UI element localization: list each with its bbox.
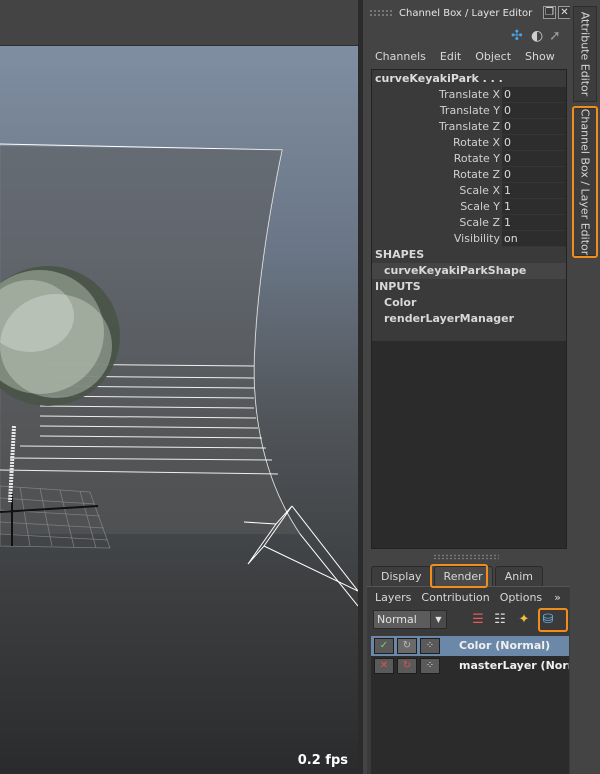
node-name[interactable]: curveKeyakiPark . . . bbox=[372, 70, 566, 87]
attr-value-field[interactable]: 0 bbox=[502, 103, 566, 119]
menu-edit[interactable]: Edit bbox=[440, 50, 461, 63]
blend-mode-select[interactable]: Normal ▼ bbox=[373, 610, 447, 629]
channel-box: curveKeyakiPark . . . Translate X 0 Tran… bbox=[371, 69, 567, 549]
tab-anim[interactable]: Anim bbox=[494, 566, 543, 586]
inputs-header: INPUTS bbox=[375, 280, 421, 293]
scene-wireframe bbox=[0, 143, 358, 607]
new-layer-from-selected-icon[interactable]: ☰ bbox=[469, 611, 487, 629]
tab-display[interactable]: Display bbox=[371, 566, 432, 586]
axis-gizmo-icon[interactable]: ✣ bbox=[511, 28, 523, 44]
attr-row-rotate-x[interactable]: Rotate X 0 bbox=[372, 135, 566, 151]
menu-options[interactable]: Options bbox=[500, 591, 542, 604]
layer-editor-menubar: Layers Contribution Options » bbox=[367, 587, 571, 607]
attr-label: Rotate X bbox=[452, 136, 500, 149]
new-empty-layer-icon[interactable]: ☷ bbox=[491, 611, 509, 629]
arrow-tool-icon[interactable]: ➚ bbox=[549, 28, 561, 44]
channel-box-menubar: Channels Edit Object Show bbox=[363, 46, 570, 66]
attr-label: Scale Z bbox=[459, 216, 500, 229]
recycle-toggle-icon[interactable]: ↻ bbox=[397, 638, 417, 654]
attr-label: Scale Y bbox=[460, 200, 500, 213]
attr-label: Rotate Y bbox=[453, 152, 500, 165]
layer-editor-tabs: Display Render Anim bbox=[371, 566, 545, 586]
attr-label: Scale X bbox=[459, 184, 500, 197]
tab-channel-box-layer-editor[interactable]: Channel Box / Layer Editor bbox=[573, 108, 597, 256]
new-layer-star-icon[interactable]: ✦ bbox=[515, 611, 533, 629]
attr-label: Visibility bbox=[453, 232, 500, 245]
attr-row-rotate-y[interactable]: Rotate Y 0 bbox=[372, 151, 566, 167]
float-panel-button[interactable]: ❐ bbox=[543, 6, 556, 19]
layer-row-master[interactable]: ✕ ↻ ⁘ masterLayer (Normal) bbox=[371, 656, 569, 676]
panel-titlebar: Channel Box / Layer Editor ❐ ✕ bbox=[363, 0, 571, 26]
menu-contribution[interactable]: Contribution bbox=[421, 591, 489, 604]
attr-value-field[interactable]: on bbox=[502, 231, 566, 247]
shape-item[interactable]: curveKeyakiParkShape bbox=[372, 263, 566, 279]
attr-row-rotate-z[interactable]: Rotate Z 0 bbox=[372, 167, 566, 183]
render-setup-icon[interactable]: ⛁ bbox=[539, 611, 557, 629]
tab-label: Attribute Editor bbox=[578, 11, 592, 97]
layer-name[interactable]: masterLayer (Normal) bbox=[459, 656, 569, 676]
attr-value-field[interactable]: 0 bbox=[502, 119, 566, 135]
blend-mode-value: Normal bbox=[377, 613, 417, 626]
layer-attributes-icon[interactable]: ⁘ bbox=[420, 638, 440, 654]
layer-attributes-icon[interactable]: ⁘ bbox=[420, 658, 440, 674]
attr-row-translate-x[interactable]: Translate X 0 bbox=[372, 87, 566, 103]
attr-value-field[interactable]: 1 bbox=[502, 199, 566, 215]
layer-editor-toolbar: Normal ▼ ☰ ☷ ✦ ⛁ bbox=[367, 607, 571, 631]
drag-handle-icon[interactable] bbox=[369, 9, 393, 17]
attr-row-scale-x[interactable]: Scale X 1 bbox=[372, 183, 566, 199]
attr-value-field[interactable]: 0 bbox=[502, 135, 566, 151]
fps-readout: 0.2 fps bbox=[297, 753, 348, 768]
attr-label: Rotate Z bbox=[452, 168, 500, 181]
attr-row-translate-z[interactable]: Translate Z 0 bbox=[372, 119, 566, 135]
tab-render[interactable]: Render bbox=[433, 566, 493, 586]
menu-layers[interactable]: Layers bbox=[375, 591, 411, 604]
recycle-toggle-icon[interactable]: ↻ bbox=[397, 658, 417, 674]
panel-title: Channel Box / Layer Editor bbox=[399, 7, 533, 19]
attr-row-visibility[interactable]: Visibility on bbox=[372, 231, 566, 247]
input-item-render-layer-manager[interactable]: renderLayerManager bbox=[372, 311, 566, 327]
channel-box-contents: curveKeyakiPark . . . Translate X 0 Tran… bbox=[372, 70, 566, 342]
attr-row-scale-z[interactable]: Scale Z 1 bbox=[372, 215, 566, 231]
panel-splitter-handle[interactable] bbox=[433, 554, 499, 560]
tab-attribute-editor[interactable]: Attribute Editor bbox=[573, 6, 597, 102]
viewport-panel[interactable]: 0.2 fps bbox=[0, 0, 362, 774]
side-tab-strip: Attribute Editor Channel Box / Layer Edi… bbox=[570, 0, 600, 774]
layer-row-color[interactable]: ✓ ↻ ⁘ Color (Normal) bbox=[371, 636, 569, 656]
menu-channels[interactable]: Channels bbox=[375, 50, 426, 63]
viewport-toolbar bbox=[0, 0, 358, 46]
chevron-down-icon: ▼ bbox=[430, 611, 446, 628]
menu-more-icon[interactable]: » bbox=[554, 591, 561, 604]
panel-icon-row: ✣ ◐ ➚ bbox=[363, 26, 570, 46]
menu-object[interactable]: Object bbox=[475, 50, 511, 63]
shapes-header: SHAPES bbox=[375, 248, 425, 261]
tab-label: Channel Box / Layer Editor bbox=[578, 108, 592, 256]
renderable-toggle-icon[interactable]: ✓ bbox=[374, 638, 394, 654]
render-layer-list: ✓ ↻ ⁘ Color (Normal) ✕ ↻ ⁘ masterLayer (… bbox=[371, 636, 569, 774]
attr-row-translate-y[interactable]: Translate Y 0 bbox=[372, 103, 566, 119]
attr-label: Translate Z bbox=[439, 120, 500, 133]
menu-show[interactable]: Show bbox=[525, 50, 555, 63]
layer-editor-body: Layers Contribution Options » Normal ▼ ☰… bbox=[367, 586, 571, 774]
attr-value-field[interactable]: 1 bbox=[502, 183, 566, 199]
layer-name[interactable]: Color (Normal) bbox=[459, 636, 550, 656]
attr-value-field[interactable]: 1 bbox=[502, 215, 566, 231]
channel-box-layer-editor-panel: Channel Box / Layer Editor ❐ ✕ ✣ ◐ ➚ Cha… bbox=[362, 0, 571, 774]
input-item-color[interactable]: Color bbox=[372, 295, 566, 311]
attr-row-scale-y[interactable]: Scale Y 1 bbox=[372, 199, 566, 215]
shading-ball-icon[interactable]: ◐ bbox=[531, 28, 543, 44]
renderable-toggle-icon[interactable]: ✕ bbox=[374, 658, 394, 674]
attr-value-field[interactable]: 0 bbox=[502, 167, 566, 183]
attr-value-field[interactable]: 0 bbox=[502, 151, 566, 167]
attr-value-field[interactable]: 0 bbox=[502, 87, 566, 103]
attr-label: Translate X bbox=[439, 88, 500, 101]
attr-label: Translate Y bbox=[439, 104, 500, 117]
